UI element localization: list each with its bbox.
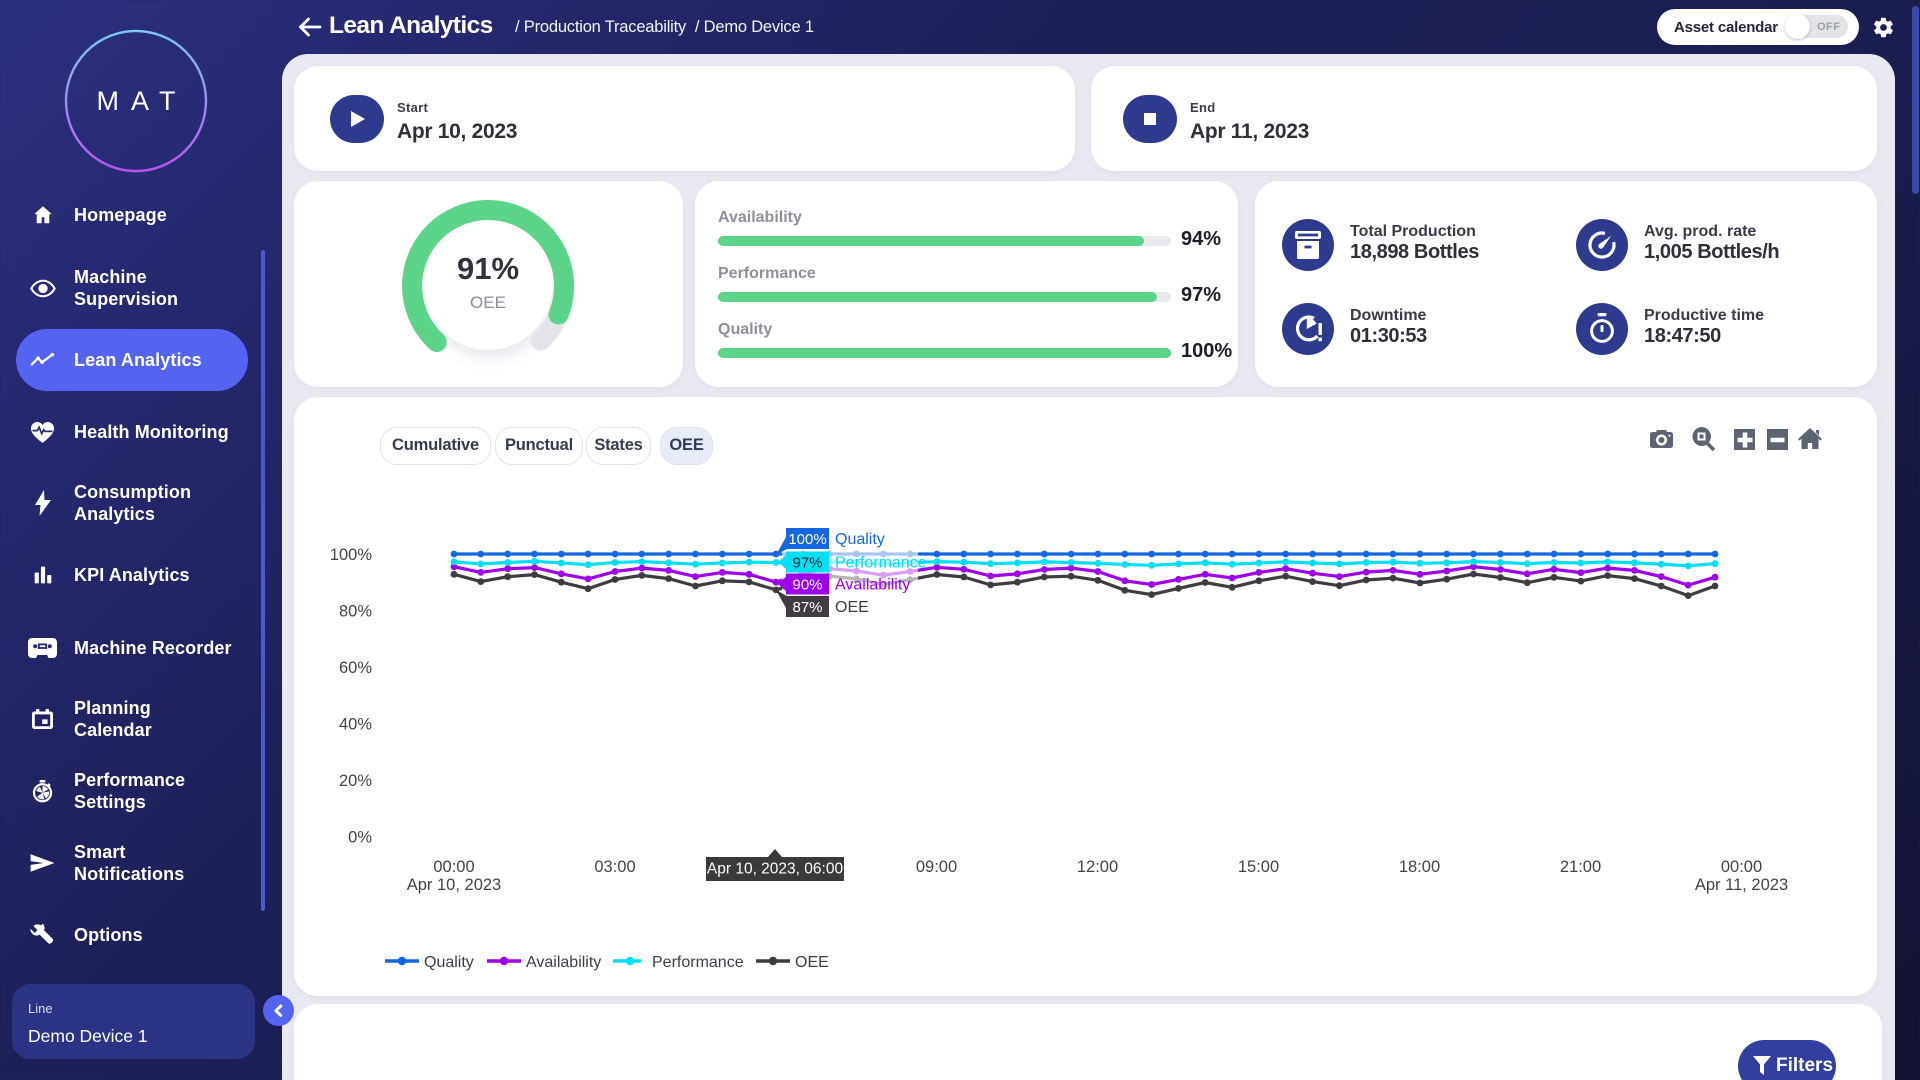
svg-text:Apr 10, 2023: Apr 10, 2023 <box>407 876 502 894</box>
svg-text:Availability: Availability <box>526 954 601 971</box>
svg-text:OEE: OEE <box>795 954 829 971</box>
svg-text:Apr 10, 2023, 06:00: Apr 10, 2023, 06:00 <box>707 861 844 878</box>
svg-text:Availability: Availability <box>835 577 910 594</box>
svg-text:0%: 0% <box>348 829 372 847</box>
svg-text:12:00: 12:00 <box>1077 858 1118 876</box>
svg-text:03:00: 03:00 <box>594 858 635 876</box>
svg-text:60%: 60% <box>339 659 372 677</box>
svg-text:20%: 20% <box>339 772 372 790</box>
svg-text:OEE: OEE <box>835 599 869 616</box>
svg-text:15:00: 15:00 <box>1238 858 1279 876</box>
svg-text:Performance: Performance <box>652 954 744 971</box>
svg-text:40%: 40% <box>339 716 372 734</box>
svg-text:80%: 80% <box>339 603 372 621</box>
svg-text:87%: 87% <box>792 599 822 616</box>
svg-text:21:00: 21:00 <box>1560 858 1601 876</box>
svg-text:90%: 90% <box>792 577 822 594</box>
svg-text:09:00: 09:00 <box>916 858 957 876</box>
svg-text:Quality: Quality <box>835 531 885 548</box>
svg-text:97%: 97% <box>792 555 822 572</box>
svg-text:Performance: Performance <box>835 555 927 572</box>
svg-text:00:00: 00:00 <box>433 858 474 876</box>
svg-text:100%: 100% <box>330 546 373 564</box>
svg-text:100%: 100% <box>788 531 826 548</box>
svg-text:00:00: 00:00 <box>1721 858 1762 876</box>
svg-text:18:00: 18:00 <box>1399 858 1440 876</box>
svg-text:Apr 11, 2023: Apr 11, 2023 <box>1695 876 1788 894</box>
svg-text:Quality: Quality <box>424 954 474 971</box>
